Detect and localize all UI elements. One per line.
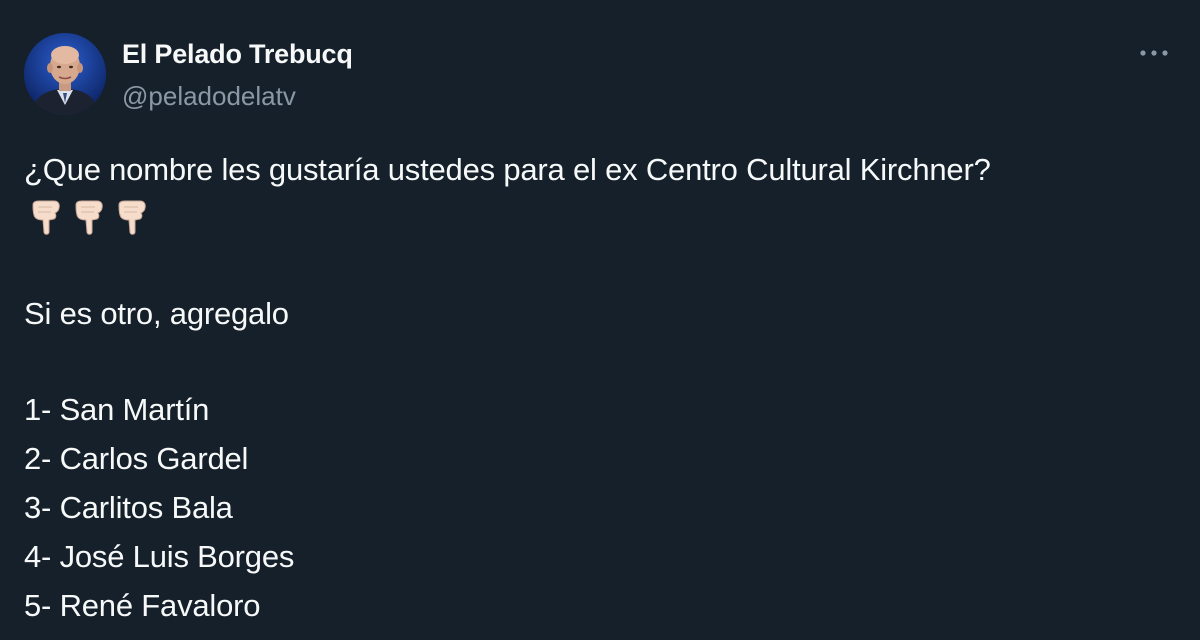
option-item: 4- José Luis Borges — [24, 539, 295, 574]
option-item: 1- San Martín — [24, 392, 210, 427]
option-item: 2- Carlos Gardel — [24, 441, 249, 476]
avatar-image — [24, 33, 106, 115]
tweet-instruction: Si es otro, agregalo — [24, 296, 289, 331]
backhand-index-pointing-down-icon — [75, 200, 103, 235]
option-item: 3- Carlitos Bala — [24, 490, 233, 525]
emoji-row — [24, 194, 1174, 242]
more-horizontal-icon — [1140, 50, 1168, 56]
avatar[interactable] — [24, 33, 106, 115]
backhand-index-pointing-down-icon — [32, 200, 60, 235]
tweet-text: ¿Que nombre les gustaría ustedes para el… — [24, 146, 1174, 631]
tweet-card: El Pelado Trebucq @peladodelatv ¿Que nom… — [0, 0, 1200, 640]
backhand-index-pointing-down-icon — [118, 200, 146, 235]
author-name[interactable]: El Pelado Trebucq — [122, 38, 353, 70]
author-handle[interactable]: @peladodelatv — [122, 80, 296, 112]
tweet-question: ¿Que nombre les gustaría ustedes para el… — [24, 152, 991, 187]
more-options-button[interactable] — [1136, 38, 1172, 68]
option-item: 5- René Favaloro — [24, 588, 261, 623]
